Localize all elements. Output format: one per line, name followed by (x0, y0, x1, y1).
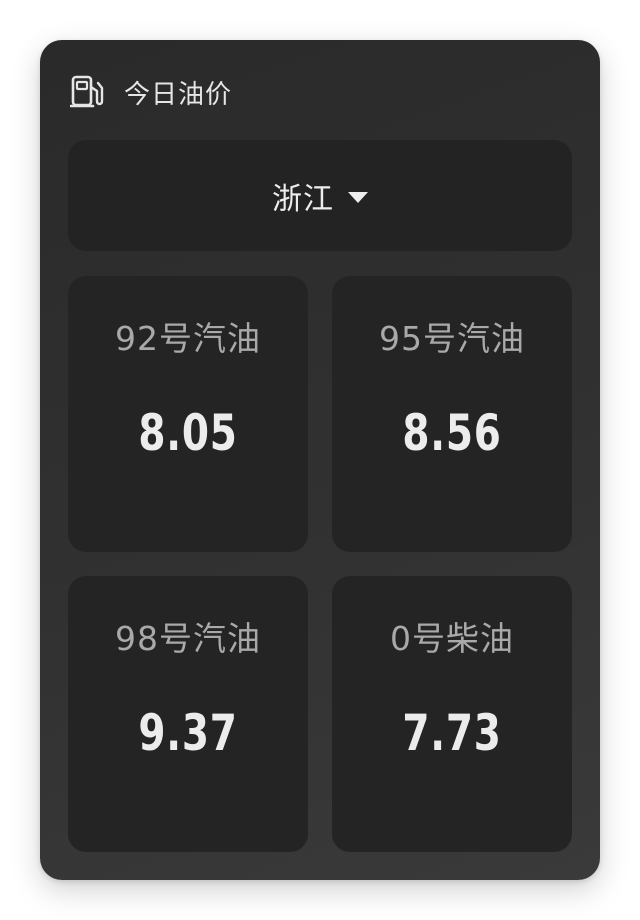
fuel-type-label: 98号汽油 (115, 619, 261, 658)
fuel-pump-icon (69, 74, 104, 110)
fuel-type-label: 0号柴油 (390, 619, 514, 658)
fuel-price-value: 8.56 (402, 404, 502, 462)
fuel-type-label: 92号汽油 (115, 319, 261, 358)
widget-title: 今日油价 (124, 79, 233, 110)
price-card-98: 98号汽油 9.37 (68, 576, 308, 852)
fuel-price-value: 9.37 (138, 704, 238, 762)
region-selected-label: 浙江 (272, 181, 334, 217)
price-card-92: 92号汽油 8.05 (68, 276, 308, 552)
caret-down-icon (348, 192, 368, 203)
fuel-price-value: 7.73 (402, 704, 502, 762)
widget-header: 今日油价 (69, 72, 233, 112)
oil-price-widget: 今日油价 浙江 92号汽油 8.05 95号汽油 8.56 98号汽油 9.37… (40, 40, 600, 880)
price-card-95: 95号汽油 8.56 (332, 276, 572, 552)
fuel-type-label: 95号汽油 (379, 319, 525, 358)
fuel-price-value: 8.05 (138, 404, 238, 462)
price-card-diesel-0: 0号柴油 7.73 (332, 576, 572, 852)
region-selector[interactable]: 浙江 (68, 140, 572, 251)
